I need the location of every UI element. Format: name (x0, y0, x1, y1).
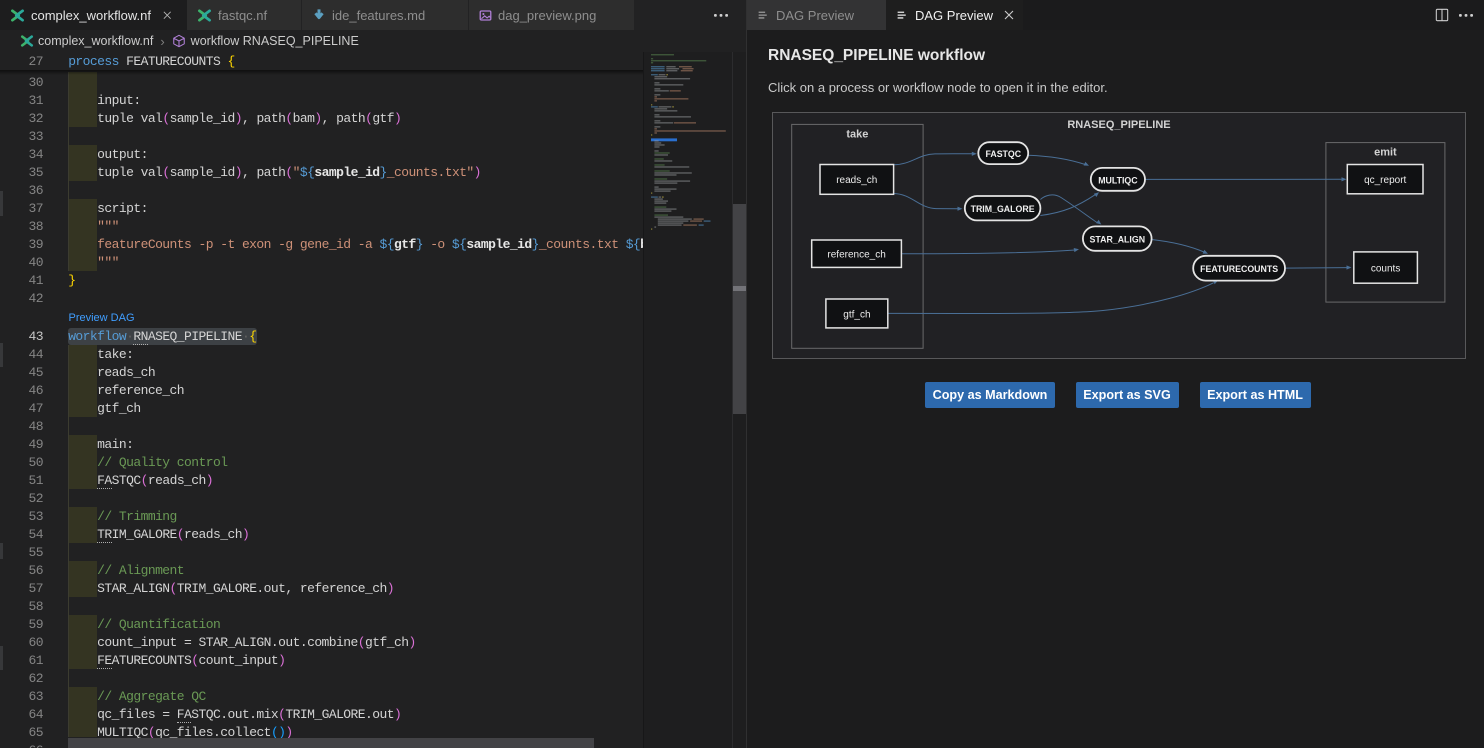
svg-text:qc_report: qc_report (1364, 175, 1406, 186)
svg-text:counts: counts (1371, 264, 1400, 275)
svg-text:gtf_ch: gtf_ch (843, 309, 870, 320)
svg-text:RNASEQ_PIPELINE: RNASEQ_PIPELINE (1067, 119, 1170, 131)
svg-text:reads_ch: reads_ch (836, 175, 877, 186)
svg-text:TRIM_GALORE: TRIM_GALORE (971, 204, 1035, 214)
svg-text:reference_ch: reference_ch (827, 250, 885, 261)
svg-text:MULTIQC: MULTIQC (1098, 175, 1138, 185)
svg-text:take: take (846, 129, 868, 141)
svg-text:emit: emit (1374, 147, 1397, 159)
svg-text:FASTQC: FASTQC (985, 149, 1021, 159)
svg-text:FEATURECOUNTS: FEATURECOUNTS (1200, 264, 1278, 274)
svg-text:STAR_ALIGN: STAR_ALIGN (1090, 235, 1146, 245)
